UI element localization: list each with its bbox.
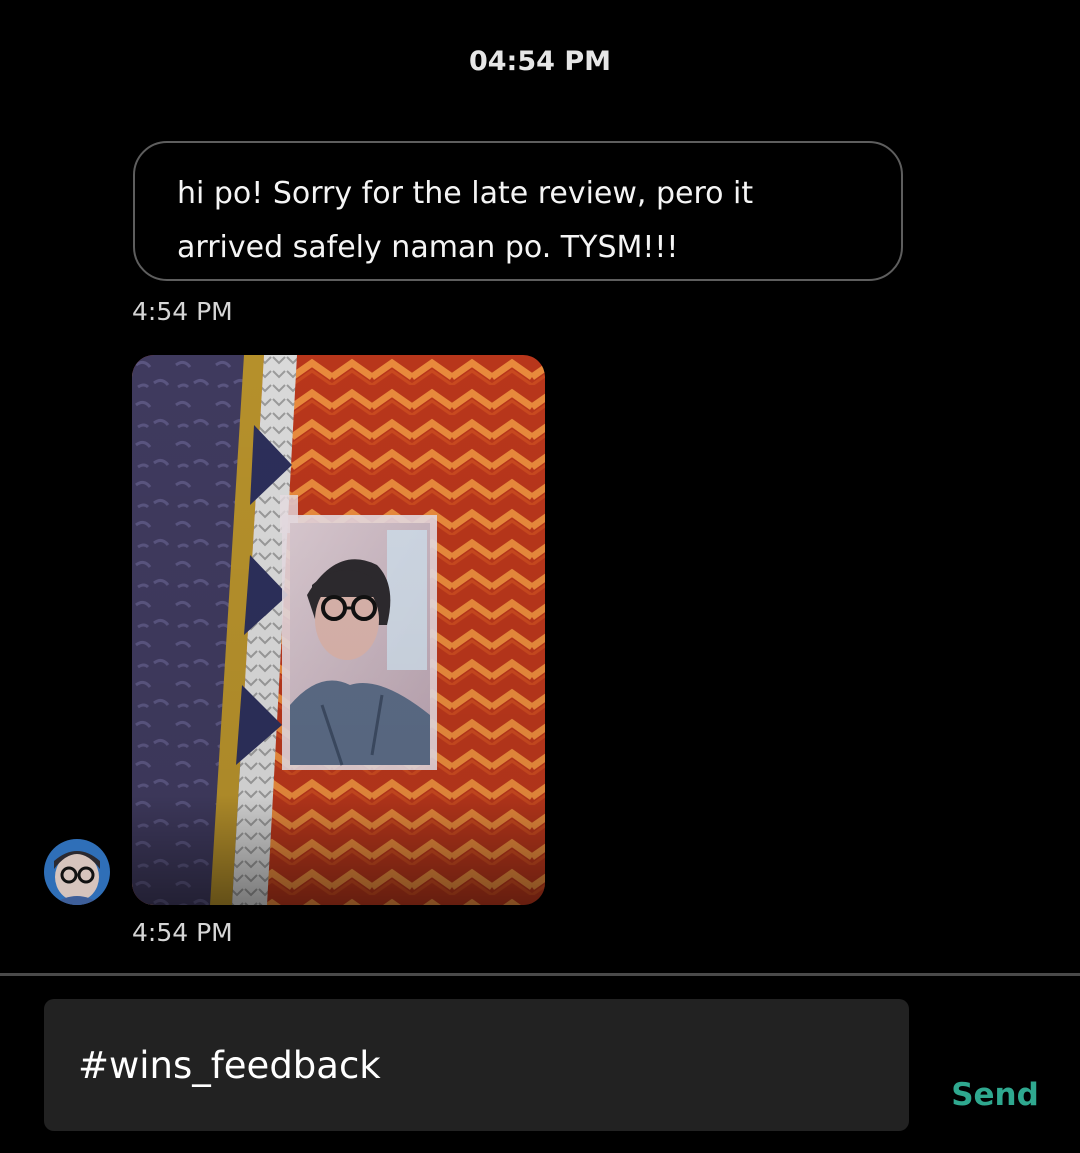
message-timestamp: 4:54 PM: [132, 297, 233, 326]
message-text-line-2: arrived safely naman po. TYSM!!!: [177, 230, 679, 265]
message-input-value[interactable]: #wins_feedback: [78, 1044, 381, 1087]
composer-divider: [0, 973, 1080, 976]
message-timestamp: 4:54 PM: [132, 918, 233, 947]
chat-date-header: 04:54 PM: [468, 46, 611, 77]
sender-avatar[interactable]: [44, 839, 110, 905]
message-bubble[interactable]: hi po! Sorry for the late review, pero i…: [133, 141, 903, 281]
message-image[interactable]: [132, 355, 545, 905]
message-text-line-1: hi po! Sorry for the late review, pero i…: [177, 176, 754, 211]
send-button[interactable]: Send: [940, 1077, 1050, 1113]
message-input[interactable]: #wins_feedback: [44, 999, 909, 1131]
